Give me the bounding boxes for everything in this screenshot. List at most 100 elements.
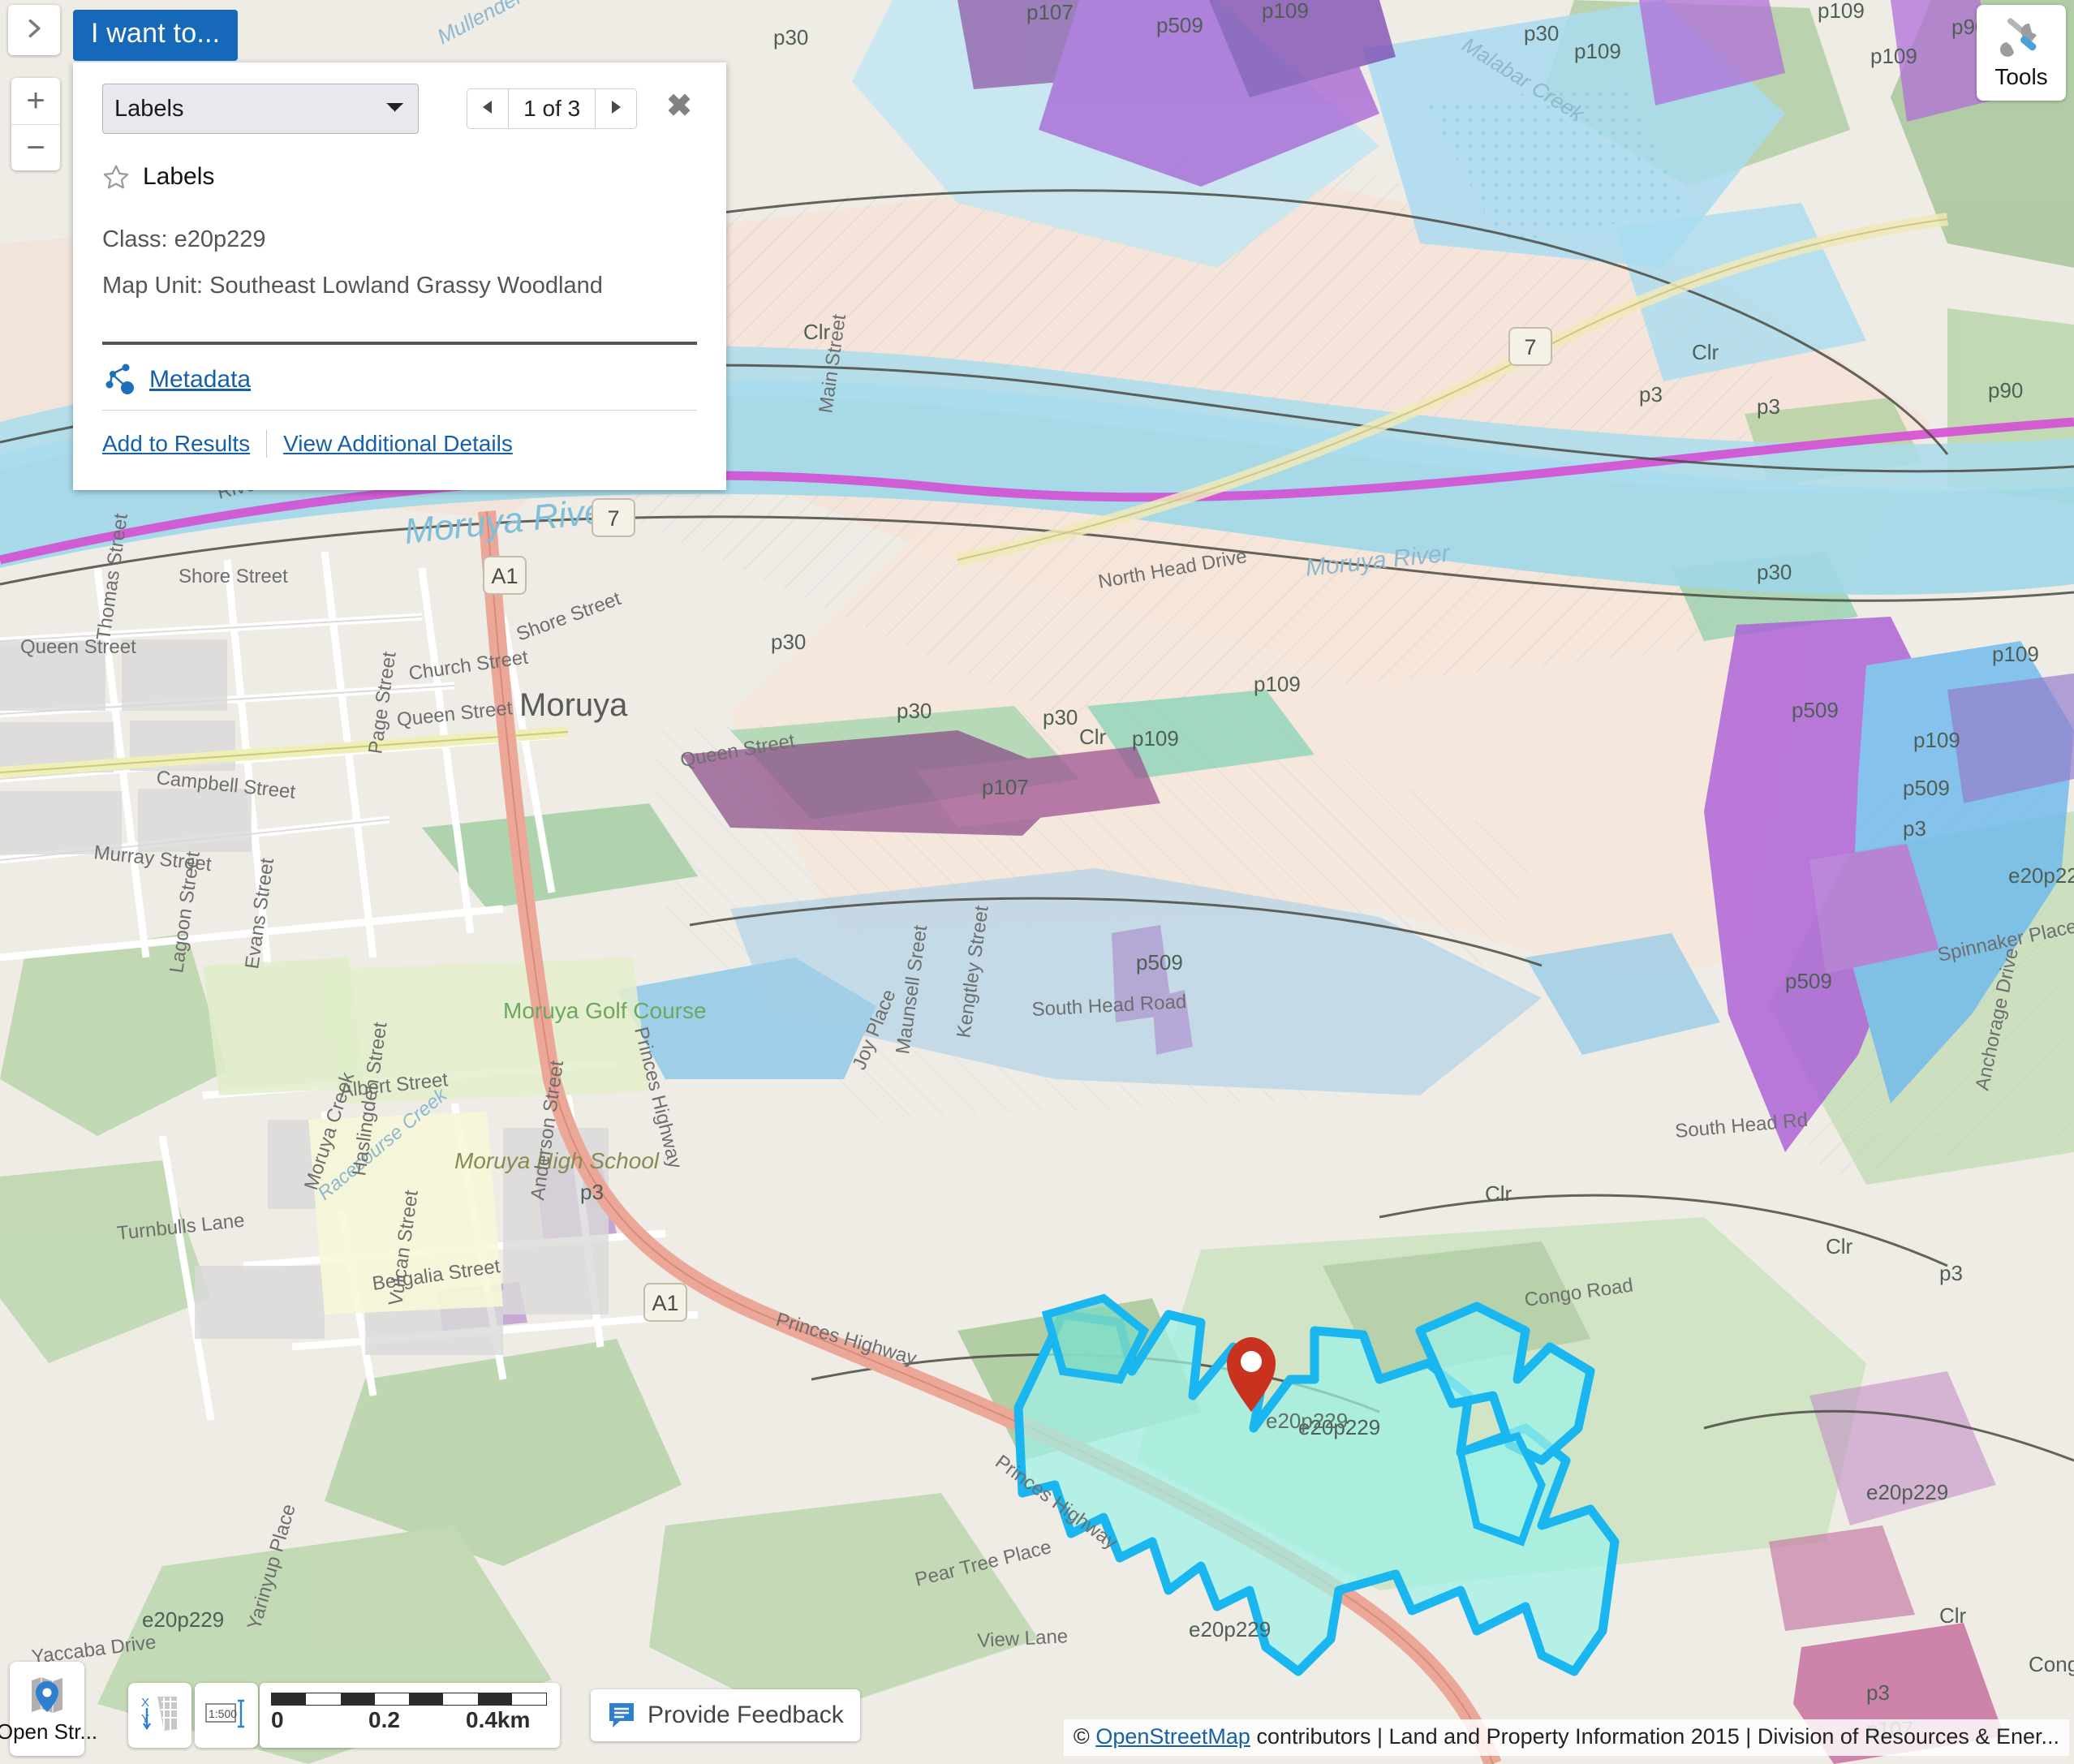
favorite-row[interactable]: Labels xyxy=(102,163,697,191)
map-unit-label: p107 xyxy=(982,775,1029,799)
map-street-label: Yarinyup Place xyxy=(243,1502,300,1633)
map-unit-label: e20p229 xyxy=(1866,1480,1948,1504)
map-street-label: Pear Tree Place xyxy=(913,1536,1054,1591)
zoom-out-button[interactable]: − xyxy=(11,123,60,171)
add-to-results-link[interactable]: Add to Results xyxy=(102,431,250,457)
action-separator xyxy=(266,430,268,458)
close-icon[interactable]: ✖ xyxy=(661,91,697,127)
map-unit-label: p109 xyxy=(1132,726,1179,751)
i-want-to-button[interactable]: I want to... xyxy=(73,10,239,61)
map-unit-label: p30 xyxy=(1524,21,1559,45)
attribution-rest: contributors | Land and Property Informa… xyxy=(1250,1724,2059,1749)
feedback-label: Provide Feedback xyxy=(648,1702,844,1728)
tools-button[interactable]: Tools xyxy=(1977,5,2066,101)
prev-feature-button[interactable] xyxy=(467,89,509,128)
basemap-selector-button[interactable]: Open Str... xyxy=(0,1662,97,1756)
map-unit-label: e20p229 xyxy=(2008,863,2074,888)
map-street-label: South Head Road xyxy=(1031,991,1187,1021)
selected-parcel-label: e20p229 xyxy=(1266,1409,1348,1433)
view-additional-details-link[interactable]: View Additional Details xyxy=(283,431,513,457)
svg-text:7: 7 xyxy=(607,506,619,531)
popup-header: Labels 1 of 3 ✖ xyxy=(102,84,697,134)
road-shield: 7 xyxy=(1508,327,1552,366)
tools-label: Tools xyxy=(1994,64,2048,89)
map-street-label: Princes Highway xyxy=(991,1451,1121,1554)
map-street-label: Queen Street xyxy=(20,636,136,658)
map-street-label: Joy Place xyxy=(849,987,901,1073)
map-unit-label: Clr xyxy=(1485,1181,1512,1206)
map-street-label: Thomas Street xyxy=(93,512,132,642)
map-street-label: View Lane xyxy=(977,1625,1069,1652)
map-unit-label: p109 xyxy=(1574,39,1621,63)
chevron-right-icon xyxy=(23,17,45,44)
map-unit-label: p109 xyxy=(1913,728,1960,752)
favorite-layer-label: Labels xyxy=(143,163,215,190)
map-street-label: Anderson Street xyxy=(527,1059,568,1202)
map-unit-label: Clr xyxy=(1939,1603,1967,1628)
scale-label-1: 0.2 xyxy=(368,1707,400,1732)
map-street-label: Queen Street xyxy=(396,697,514,731)
map-place-label: Mullenderee Creek xyxy=(433,0,604,49)
map-street-label: Shore Street xyxy=(514,587,624,646)
svg-text:1:500: 1:500 xyxy=(209,1707,237,1720)
triangle-right-icon xyxy=(609,100,622,118)
map-street-label: Campbell Street xyxy=(155,767,296,803)
map-place-label: Moruya River xyxy=(1304,540,1452,582)
map-unit-label: p109 xyxy=(1870,44,1917,68)
map-unit-label: Clr xyxy=(1826,1234,1853,1258)
next-feature-button[interactable] xyxy=(596,89,637,128)
map-street-label: South Head Rd xyxy=(1674,1109,1809,1142)
map-unit-label: p30 xyxy=(1757,560,1792,584)
feature-attributes: Class: e20p229 Map Unit: Southeast Lowla… xyxy=(102,226,697,299)
map-pin-icon xyxy=(27,1674,67,1718)
scale-bar-labels: 0 0.2 0.4km xyxy=(271,1707,549,1735)
map-unit-label: e20p229 xyxy=(1189,1617,1271,1641)
map-unit-label: Clr xyxy=(1079,725,1107,749)
feature-info-popup: Labels 1 of 3 ✖ Labels Class: e20p229 Ma… xyxy=(73,62,726,490)
map-street-label: North Head Drive xyxy=(1096,545,1248,593)
map-unit-label: p509 xyxy=(1903,776,1950,800)
map-street-label: Turnbulls Lane xyxy=(116,1210,246,1245)
map-unit-label: p509 xyxy=(1156,13,1203,37)
provide-feedback-button[interactable]: Provide Feedback xyxy=(591,1689,860,1741)
road-shield: A1 xyxy=(643,1283,687,1322)
svg-text:A1: A1 xyxy=(652,1291,678,1315)
openstreetmap-link[interactable]: OpenStreetMap xyxy=(1095,1724,1250,1749)
road-shield: 7 xyxy=(592,498,635,537)
map-unit-label: p30 xyxy=(897,699,932,723)
metadata-nodes-icon xyxy=(102,363,140,397)
map-place-label: Moruya Golf Course xyxy=(503,998,707,1023)
basemap-label: Open Str... xyxy=(0,1719,98,1744)
map-unit-label: p3 xyxy=(1939,1261,1963,1285)
map-unit-label: p3 xyxy=(1866,1680,1890,1705)
zoom-in-button[interactable]: + xyxy=(11,78,60,124)
road-shield: A1 xyxy=(483,556,527,595)
scale-bar-graphic xyxy=(271,1693,547,1706)
map-unit-label: Congo xyxy=(2029,1652,2074,1676)
map-unit-label: p30 xyxy=(1043,705,1078,729)
scale-value-button[interactable]: 1:500 xyxy=(195,1683,258,1748)
map-unit-label: p3 xyxy=(1903,816,1926,841)
coordinates-button[interactable]: X Y xyxy=(128,1683,191,1748)
metadata-row[interactable]: Metadata xyxy=(102,363,697,410)
zoom-controls[interactable]: + − xyxy=(11,78,60,170)
map-unit-label: p107 xyxy=(1026,0,1074,24)
attribute-class: Class: e20p229 xyxy=(102,226,266,252)
map-street-label: Congo Road xyxy=(1523,1274,1634,1310)
map-unit-label: p109 xyxy=(1262,0,1309,23)
map-street-label: Maunsell Sreet xyxy=(892,923,932,1056)
map-street-label: Queen Street xyxy=(678,729,797,771)
map-unit-label: p109 xyxy=(1992,642,2039,666)
map-street-label: Princes Highway xyxy=(773,1309,919,1370)
copyright-symbol: © xyxy=(1073,1724,1096,1749)
svg-text:7: 7 xyxy=(1524,335,1536,359)
popup-divider-top xyxy=(102,342,697,345)
sidebar-toggle-button[interactable] xyxy=(8,5,60,55)
map-street-label: Evans Street xyxy=(241,857,278,970)
attribute-map-unit: Map Unit: Southeast Lowland Grassy Woodl… xyxy=(102,273,603,299)
layer-select[interactable]: Labels xyxy=(102,84,419,134)
star-outline-icon[interactable] xyxy=(102,163,130,191)
map-unit-label: p30 xyxy=(771,630,806,654)
metadata-link[interactable]: Metadata xyxy=(149,366,251,394)
popup-divider-bottom xyxy=(102,410,697,411)
